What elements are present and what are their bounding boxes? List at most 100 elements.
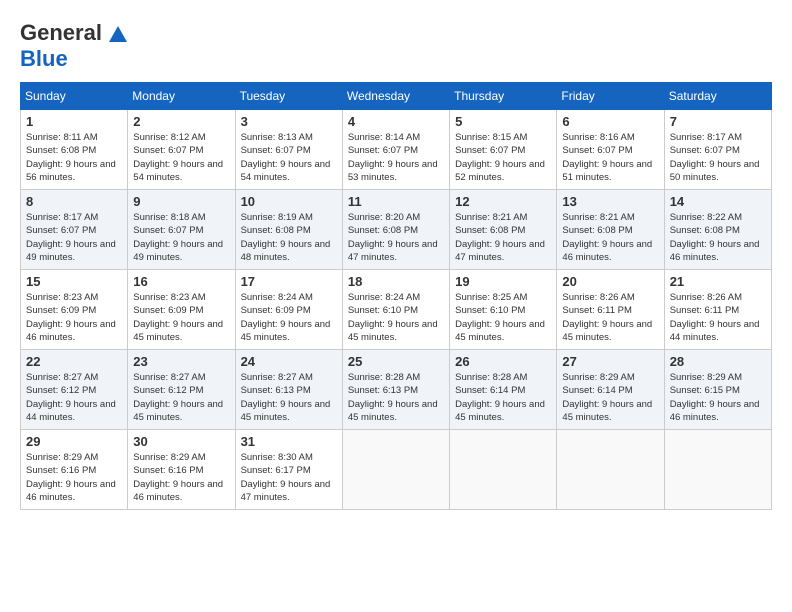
empty-cell (557, 430, 664, 510)
weekday-header-wednesday: Wednesday (342, 83, 449, 110)
calendar-day-11: 11Sunrise: 8:20 AM Sunset: 6:08 PM Dayli… (342, 190, 449, 270)
day-number: 19 (455, 274, 551, 289)
day-number: 27 (562, 354, 658, 369)
weekday-header-thursday: Thursday (450, 83, 557, 110)
day-number: 10 (241, 194, 337, 209)
calendar-week-5: 29 Sunrise: 8:29 AM Sunset: 6:16 PM Dayli… (21, 430, 772, 510)
calendar-day-13: 13 Sunrise: 8:21 AM Sunset: 6:08 PM Dayli… (557, 190, 664, 270)
day-number: 17 (241, 274, 337, 289)
day-number: 14 (670, 194, 766, 209)
day-number: 24 (241, 354, 337, 369)
calendar-day-6: 6 Sunrise: 8:16 AM Sunset: 6:07 PM Daylig… (557, 110, 664, 190)
day-info: Sunrise: 8:23 AM Sunset: 6:09 PM Dayligh… (26, 291, 122, 344)
day-number: 8 (26, 194, 122, 209)
day-number: 29 (26, 434, 122, 449)
day-info: Sunrise: 8:21 AM Sunset: 6:08 PM Dayligh… (562, 211, 658, 264)
logo-blue-text: Blue (20, 46, 68, 71)
logo-icon (109, 26, 127, 42)
day-info: Sunrise: 8:17 AM Sunset: 6:07 PM Dayligh… (26, 211, 122, 264)
day-number: 31 (241, 434, 337, 449)
calendar-day-22: 22 Sunrise: 8:27 AM Sunset: 6:12 PM Dayli… (21, 350, 128, 430)
calendar-day-20: 20Sunrise: 8:26 AM Sunset: 6:11 PM Dayli… (557, 270, 664, 350)
calendar-header-row: SundayMondayTuesdayWednesdayThursdayFrid… (21, 83, 772, 110)
day-number: 1 (26, 114, 122, 129)
day-number: 5 (455, 114, 551, 129)
calendar-week-4: 22 Sunrise: 8:27 AM Sunset: 6:12 PM Dayli… (21, 350, 772, 430)
day-number: 9 (133, 194, 229, 209)
day-info: Sunrise: 8:15 AM Sunset: 6:07 PM Dayligh… (455, 131, 551, 184)
calendar-day-29: 29 Sunrise: 8:29 AM Sunset: 6:16 PM Dayli… (21, 430, 128, 510)
calendar-day-2: 2Sunrise: 8:12 AM Sunset: 6:07 PM Daylig… (128, 110, 235, 190)
day-number: 6 (562, 114, 658, 129)
day-number: 12 (455, 194, 551, 209)
day-number: 18 (348, 274, 444, 289)
day-info: Sunrise: 8:27 AM Sunset: 6:12 PM Dayligh… (26, 371, 122, 424)
calendar-day-8: 8 Sunrise: 8:17 AM Sunset: 6:07 PM Daylig… (21, 190, 128, 270)
calendar-day-1: 1 Sunrise: 8:11 AM Sunset: 6:08 PM Daylig… (21, 110, 128, 190)
day-number: 26 (455, 354, 551, 369)
calendar-day-24: 24 Sunrise: 8:27 AM Sunset: 6:13 PM Dayli… (235, 350, 342, 430)
day-number: 25 (348, 354, 444, 369)
calendar-day-27: 27 Sunrise: 8:29 AM Sunset: 6:14 PM Dayli… (557, 350, 664, 430)
weekday-header-saturday: Saturday (664, 83, 771, 110)
day-info: Sunrise: 8:21 AM Sunset: 6:08 PM Dayligh… (455, 211, 551, 264)
day-number: 15 (26, 274, 122, 289)
day-info: Sunrise: 8:27 AM Sunset: 6:12 PM Dayligh… (133, 371, 229, 424)
day-number: 13 (562, 194, 658, 209)
empty-cell (450, 430, 557, 510)
calendar-day-14: 14 Sunrise: 8:22 AM Sunset: 6:08 PM Dayli… (664, 190, 771, 270)
day-info: Sunrise: 8:26 AM Sunset: 6:11 PM Dayligh… (670, 291, 766, 344)
day-info: Sunrise: 8:30 AM Sunset: 6:17 PM Dayligh… (241, 451, 337, 504)
day-info: Sunrise: 8:11 AM Sunset: 6:08 PM Dayligh… (26, 131, 122, 184)
logo-text: General (20, 20, 128, 46)
logo-general: General (20, 20, 102, 45)
day-info: Sunrise: 8:12 AM Sunset: 6:07 PM Dayligh… (133, 131, 229, 184)
calendar-day-25: 25 Sunrise: 8:28 AM Sunset: 6:13 PM Dayli… (342, 350, 449, 430)
weekday-header-tuesday: Tuesday (235, 83, 342, 110)
calendar-day-31: 31 Sunrise: 8:30 AM Sunset: 6:17 PM Dayli… (235, 430, 342, 510)
page-header: General Blue (20, 20, 772, 72)
calendar-day-23: 23Sunrise: 8:27 AM Sunset: 6:12 PM Dayli… (128, 350, 235, 430)
calendar-day-9: 9 Sunrise: 8:18 AM Sunset: 6:07 PM Daylig… (128, 190, 235, 270)
day-info: Sunrise: 8:18 AM Sunset: 6:07 PM Dayligh… (133, 211, 229, 264)
calendar-day-28: 28Sunrise: 8:29 AM Sunset: 6:15 PM Dayli… (664, 350, 771, 430)
day-info: Sunrise: 8:29 AM Sunset: 6:16 PM Dayligh… (26, 451, 122, 504)
empty-cell (664, 430, 771, 510)
weekday-header-sunday: Sunday (21, 83, 128, 110)
day-info: Sunrise: 8:23 AM Sunset: 6:09 PM Dayligh… (133, 291, 229, 344)
day-info: Sunrise: 8:29 AM Sunset: 6:16 PM Dayligh… (133, 451, 229, 504)
calendar-day-19: 19 Sunrise: 8:25 AM Sunset: 6:10 PM Dayli… (450, 270, 557, 350)
calendar-day-4: 4Sunrise: 8:14 AM Sunset: 6:07 PM Daylig… (342, 110, 449, 190)
day-info: Sunrise: 8:16 AM Sunset: 6:07 PM Dayligh… (562, 131, 658, 184)
day-info: Sunrise: 8:26 AM Sunset: 6:11 PM Dayligh… (562, 291, 658, 344)
day-info: Sunrise: 8:29 AM Sunset: 6:14 PM Dayligh… (562, 371, 658, 424)
day-number: 3 (241, 114, 337, 129)
day-number: 22 (26, 354, 122, 369)
day-number: 30 (133, 434, 229, 449)
day-info: Sunrise: 8:25 AM Sunset: 6:10 PM Dayligh… (455, 291, 551, 344)
day-info: Sunrise: 8:22 AM Sunset: 6:08 PM Dayligh… (670, 211, 766, 264)
day-info: Sunrise: 8:24 AM Sunset: 6:10 PM Dayligh… (348, 291, 444, 344)
calendar-day-7: 7 Sunrise: 8:17 AM Sunset: 6:07 PM Daylig… (664, 110, 771, 190)
day-info: Sunrise: 8:24 AM Sunset: 6:09 PM Dayligh… (241, 291, 337, 344)
calendar-day-26: 26Sunrise: 8:28 AM Sunset: 6:14 PM Dayli… (450, 350, 557, 430)
calendar-day-10: 10 Sunrise: 8:19 AM Sunset: 6:08 PM Dayli… (235, 190, 342, 270)
calendar-day-30: 30 Sunrise: 8:29 AM Sunset: 6:16 PM Dayli… (128, 430, 235, 510)
day-info: Sunrise: 8:13 AM Sunset: 6:07 PM Dayligh… (241, 131, 337, 184)
day-info: Sunrise: 8:29 AM Sunset: 6:15 PM Dayligh… (670, 371, 766, 424)
day-info: Sunrise: 8:27 AM Sunset: 6:13 PM Dayligh… (241, 371, 337, 424)
calendar-day-18: 18 Sunrise: 8:24 AM Sunset: 6:10 PM Dayli… (342, 270, 449, 350)
calendar-table: SundayMondayTuesdayWednesdayThursdayFrid… (20, 82, 772, 510)
calendar-week-1: 1 Sunrise: 8:11 AM Sunset: 6:08 PM Daylig… (21, 110, 772, 190)
calendar-day-12: 12 Sunrise: 8:21 AM Sunset: 6:08 PM Dayli… (450, 190, 557, 270)
weekday-header-monday: Monday (128, 83, 235, 110)
day-info: Sunrise: 8:17 AM Sunset: 6:07 PM Dayligh… (670, 131, 766, 184)
day-info: Sunrise: 8:28 AM Sunset: 6:13 PM Dayligh… (348, 371, 444, 424)
day-number: 11 (348, 194, 444, 209)
day-number: 7 (670, 114, 766, 129)
day-number: 4 (348, 114, 444, 129)
day-info: Sunrise: 8:19 AM Sunset: 6:08 PM Dayligh… (241, 211, 337, 264)
day-number: 21 (670, 274, 766, 289)
calendar-week-2: 8 Sunrise: 8:17 AM Sunset: 6:07 PM Daylig… (21, 190, 772, 270)
calendar-day-5: 5 Sunrise: 8:15 AM Sunset: 6:07 PM Daylig… (450, 110, 557, 190)
